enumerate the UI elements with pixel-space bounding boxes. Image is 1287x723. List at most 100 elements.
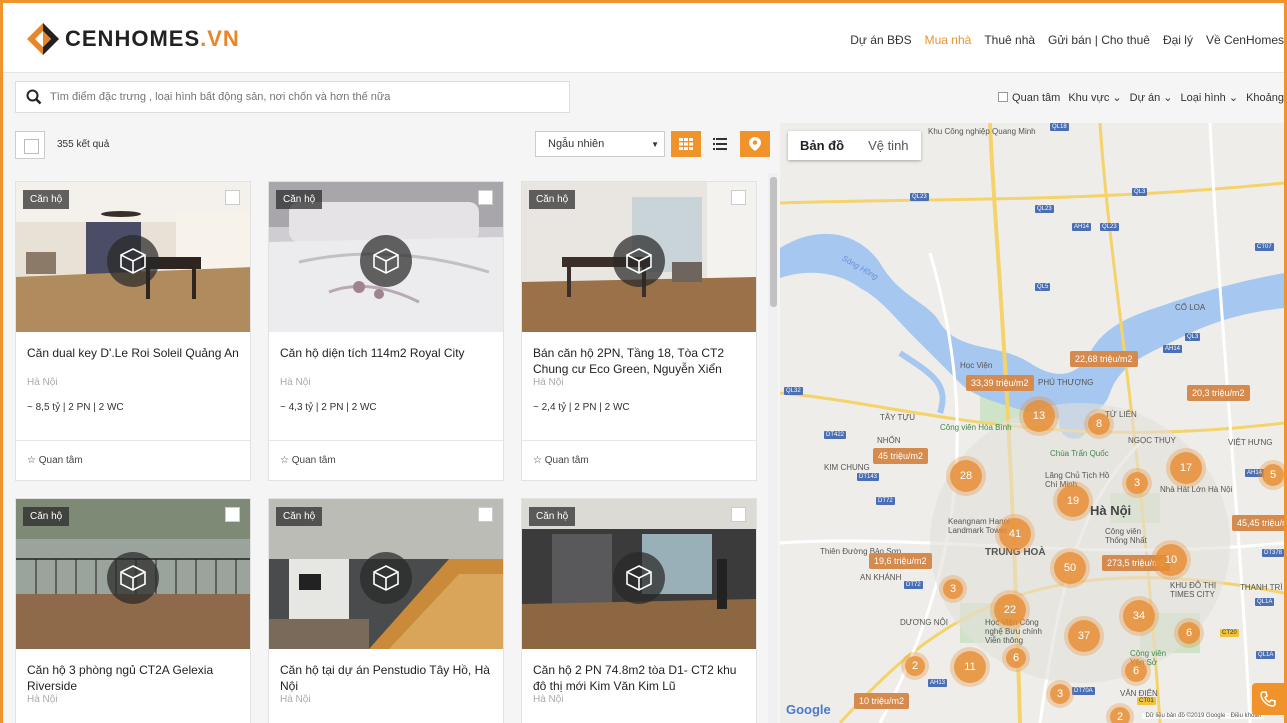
- compare-checkbox[interactable]: [478, 507, 493, 522]
- listing-card[interactable]: Căn hộ Căn hộ diện tích 114m2 Royal City…: [268, 181, 504, 481]
- compare-checkbox[interactable]: [225, 190, 240, 205]
- listing-photo[interactable]: Căn hộ: [16, 182, 250, 332]
- cluster-marker[interactable]: 3: [943, 579, 963, 599]
- map-label: DƯƠNG NỘI: [900, 618, 948, 627]
- logo-text: CENHOMES.VN: [65, 26, 240, 52]
- compare-checkbox[interactable]: [731, 507, 746, 522]
- listing-card[interactable]: Căn hộ Căn hộ tại dự án Penstudio Tây Hồ…: [268, 498, 504, 723]
- listing-photo[interactable]: Căn hộ: [522, 499, 756, 649]
- vr-tour-icon[interactable]: [107, 552, 159, 604]
- cluster-marker[interactable]: 2: [905, 656, 925, 676]
- nav-dai-ly[interactable]: Đại lý: [1163, 33, 1193, 47]
- nav-gui-ban[interactable]: Gửi bán | Cho thuê: [1048, 33, 1150, 47]
- cluster-marker[interactable]: 5: [1262, 464, 1284, 486]
- map-view-button[interactable]: [740, 131, 770, 157]
- vr-tour-icon[interactable]: [360, 235, 412, 287]
- vr-tour-icon[interactable]: [613, 552, 665, 604]
- property-type-tag: Căn hộ: [529, 190, 576, 209]
- cluster-marker[interactable]: 11: [954, 651, 986, 683]
- grid-view-button[interactable]: [671, 131, 701, 157]
- watch-checkbox[interactable]: [998, 91, 1009, 102]
- listing-title[interactable]: Căn hộ 3 phòng ngủ CT2A Gelexia Riversid…: [16, 649, 250, 693]
- compare-checkbox[interactable]: [478, 190, 493, 205]
- cluster-marker[interactable]: 3: [1126, 472, 1148, 494]
- vr-tour-icon[interactable]: [360, 552, 412, 604]
- listing-scrollbar[interactable]: [768, 173, 778, 723]
- sort-select[interactable]: Ngẫu nhiên ▼: [535, 131, 665, 157]
- map-panel[interactable]: Bản đồ Vệ tinh Khu Công nghiệp Quang Min…: [780, 123, 1284, 723]
- nav-du-an[interactable]: Dự án BĐS: [850, 33, 911, 47]
- filter-range[interactable]: Khoảng: [1246, 92, 1284, 104]
- map-tab-map[interactable]: Bản đồ: [788, 131, 856, 160]
- map-label: PHÚ THƯỢNG: [1038, 378, 1094, 387]
- watch-button[interactable]: ☆ Quan tâm: [269, 440, 503, 480]
- filter-watch[interactable]: Quan tâm: [998, 91, 1060, 104]
- nav-mua-nha[interactable]: Mua nhà: [925, 33, 972, 47]
- map-label: NHỔN: [877, 436, 901, 445]
- cluster-marker[interactable]: 50: [1054, 552, 1086, 584]
- listing-card[interactable]: Căn hộ Căn dual key D'.Le Roi Soleil Quả…: [15, 181, 251, 481]
- cluster-marker[interactable]: 41: [999, 518, 1031, 550]
- logo[interactable]: CENHOMES.VN: [25, 21, 240, 57]
- listing-title[interactable]: Căn hộ diện tích 114m2 Royal City: [269, 332, 503, 376]
- nav-thue-nha[interactable]: Thuê nhà: [984, 33, 1035, 47]
- compare-checkbox[interactable]: [731, 190, 746, 205]
- listing-title[interactable]: Căn hộ tại dự án Penstudio Tây Hồ, Hà Nộ…: [269, 649, 503, 693]
- select-all-checkbox[interactable]: [15, 131, 45, 159]
- cluster-marker[interactable]: 37: [1068, 620, 1100, 652]
- map-label: Chùa Trấn Quốc: [1050, 449, 1109, 458]
- price-tag[interactable]: 22,68 triệu/m2: [1070, 351, 1138, 367]
- listing-photo[interactable]: Căn hộ: [269, 499, 503, 649]
- price-tag[interactable]: 19,6 triệu/m2: [869, 553, 932, 569]
- listing-title[interactable]: Căn hộ 2 PN 74.8m2 tòa D1- CT2 khu đô th…: [522, 649, 756, 693]
- listing-photo[interactable]: Căn hộ: [522, 182, 756, 332]
- listing-photo[interactable]: Căn hộ: [16, 499, 250, 649]
- filter-area[interactable]: Khu vực ⌄: [1068, 91, 1121, 104]
- price-tag[interactable]: 10 triệu/m2: [854, 693, 910, 709]
- vr-tour-icon[interactable]: [107, 235, 159, 287]
- nav-ve-cenhomes[interactable]: Về CenHomes: [1206, 33, 1284, 47]
- listing-card[interactable]: Căn hộ Căn hộ 2 PN 74.8m2 tòa D1- CT2 kh…: [521, 498, 757, 723]
- listing-card[interactable]: Căn hộ Căn hộ 3 phòng ngủ CT2A Gelexia R…: [15, 498, 251, 723]
- listing-title[interactable]: Căn dual key D'.Le Roi Soleil Quảng An: [16, 332, 250, 376]
- search-input[interactable]: [50, 91, 550, 103]
- map-tab-satellite[interactable]: Vệ tinh: [856, 131, 920, 160]
- filter-project[interactable]: Dự án ⌄: [1130, 91, 1173, 104]
- road-badge: QL3: [1185, 333, 1201, 341]
- listing-title[interactable]: Bán căn hộ 2PN, Tầng 18, Tòa CT2 Chung c…: [522, 332, 756, 376]
- watch-button[interactable]: ☆ Quan tâm: [16, 440, 250, 480]
- cluster-marker[interactable]: 6: [1178, 622, 1200, 644]
- cluster-marker[interactable]: 13: [1023, 400, 1055, 432]
- compare-checkbox[interactable]: [225, 507, 240, 522]
- watch-button[interactable]: ☆ Quan tâm: [522, 440, 756, 480]
- price-tag[interactable]: 45 triệu/m2: [873, 448, 929, 464]
- cluster-marker[interactable]: 8: [1088, 413, 1110, 435]
- phone-button[interactable]: [1252, 683, 1284, 715]
- cluster-marker[interactable]: 10: [1155, 544, 1187, 576]
- cluster-marker[interactable]: 17: [1170, 452, 1202, 484]
- list-view-button[interactable]: [705, 131, 735, 157]
- listing-card[interactable]: Căn hộ Bán căn hộ 2PN, Tầng 18, Tòa CT2 …: [521, 181, 757, 481]
- filter-type[interactable]: Loại hình ⌄: [1181, 91, 1239, 104]
- scrollbar-thumb[interactable]: [770, 177, 777, 307]
- search-box[interactable]: [15, 81, 570, 113]
- road-badge: QL18: [1050, 123, 1069, 131]
- cluster-marker[interactable]: 2: [1110, 707, 1130, 723]
- cluster-marker[interactable]: 3: [1050, 684, 1070, 704]
- cluster-marker[interactable]: 22: [994, 594, 1026, 626]
- price-tag[interactable]: 33,39 triệu/m2: [966, 375, 1034, 391]
- cluster-marker[interactable]: 6: [1006, 648, 1026, 668]
- cluster-marker[interactable]: 34: [1123, 600, 1155, 632]
- vr-tour-icon[interactable]: [613, 235, 665, 287]
- cluster-marker[interactable]: 28: [950, 460, 982, 492]
- grid-icon: [679, 138, 693, 150]
- price-tag[interactable]: 20,3 triệu/m2: [1187, 385, 1250, 401]
- road-badge: CT20: [1220, 629, 1239, 637]
- price-tag[interactable]: 45,45 triệu/m2: [1232, 515, 1284, 531]
- cluster-marker[interactable]: 19: [1057, 485, 1089, 517]
- cluster-marker[interactable]: 6: [1125, 660, 1147, 682]
- road-badge: AH14: [1072, 223, 1092, 231]
- listing-location: Hà Nội: [27, 694, 58, 705]
- map-label: KHU ĐÔ THỊ TIMES CITY: [1170, 581, 1217, 599]
- listing-photo[interactable]: Căn hộ: [269, 182, 503, 332]
